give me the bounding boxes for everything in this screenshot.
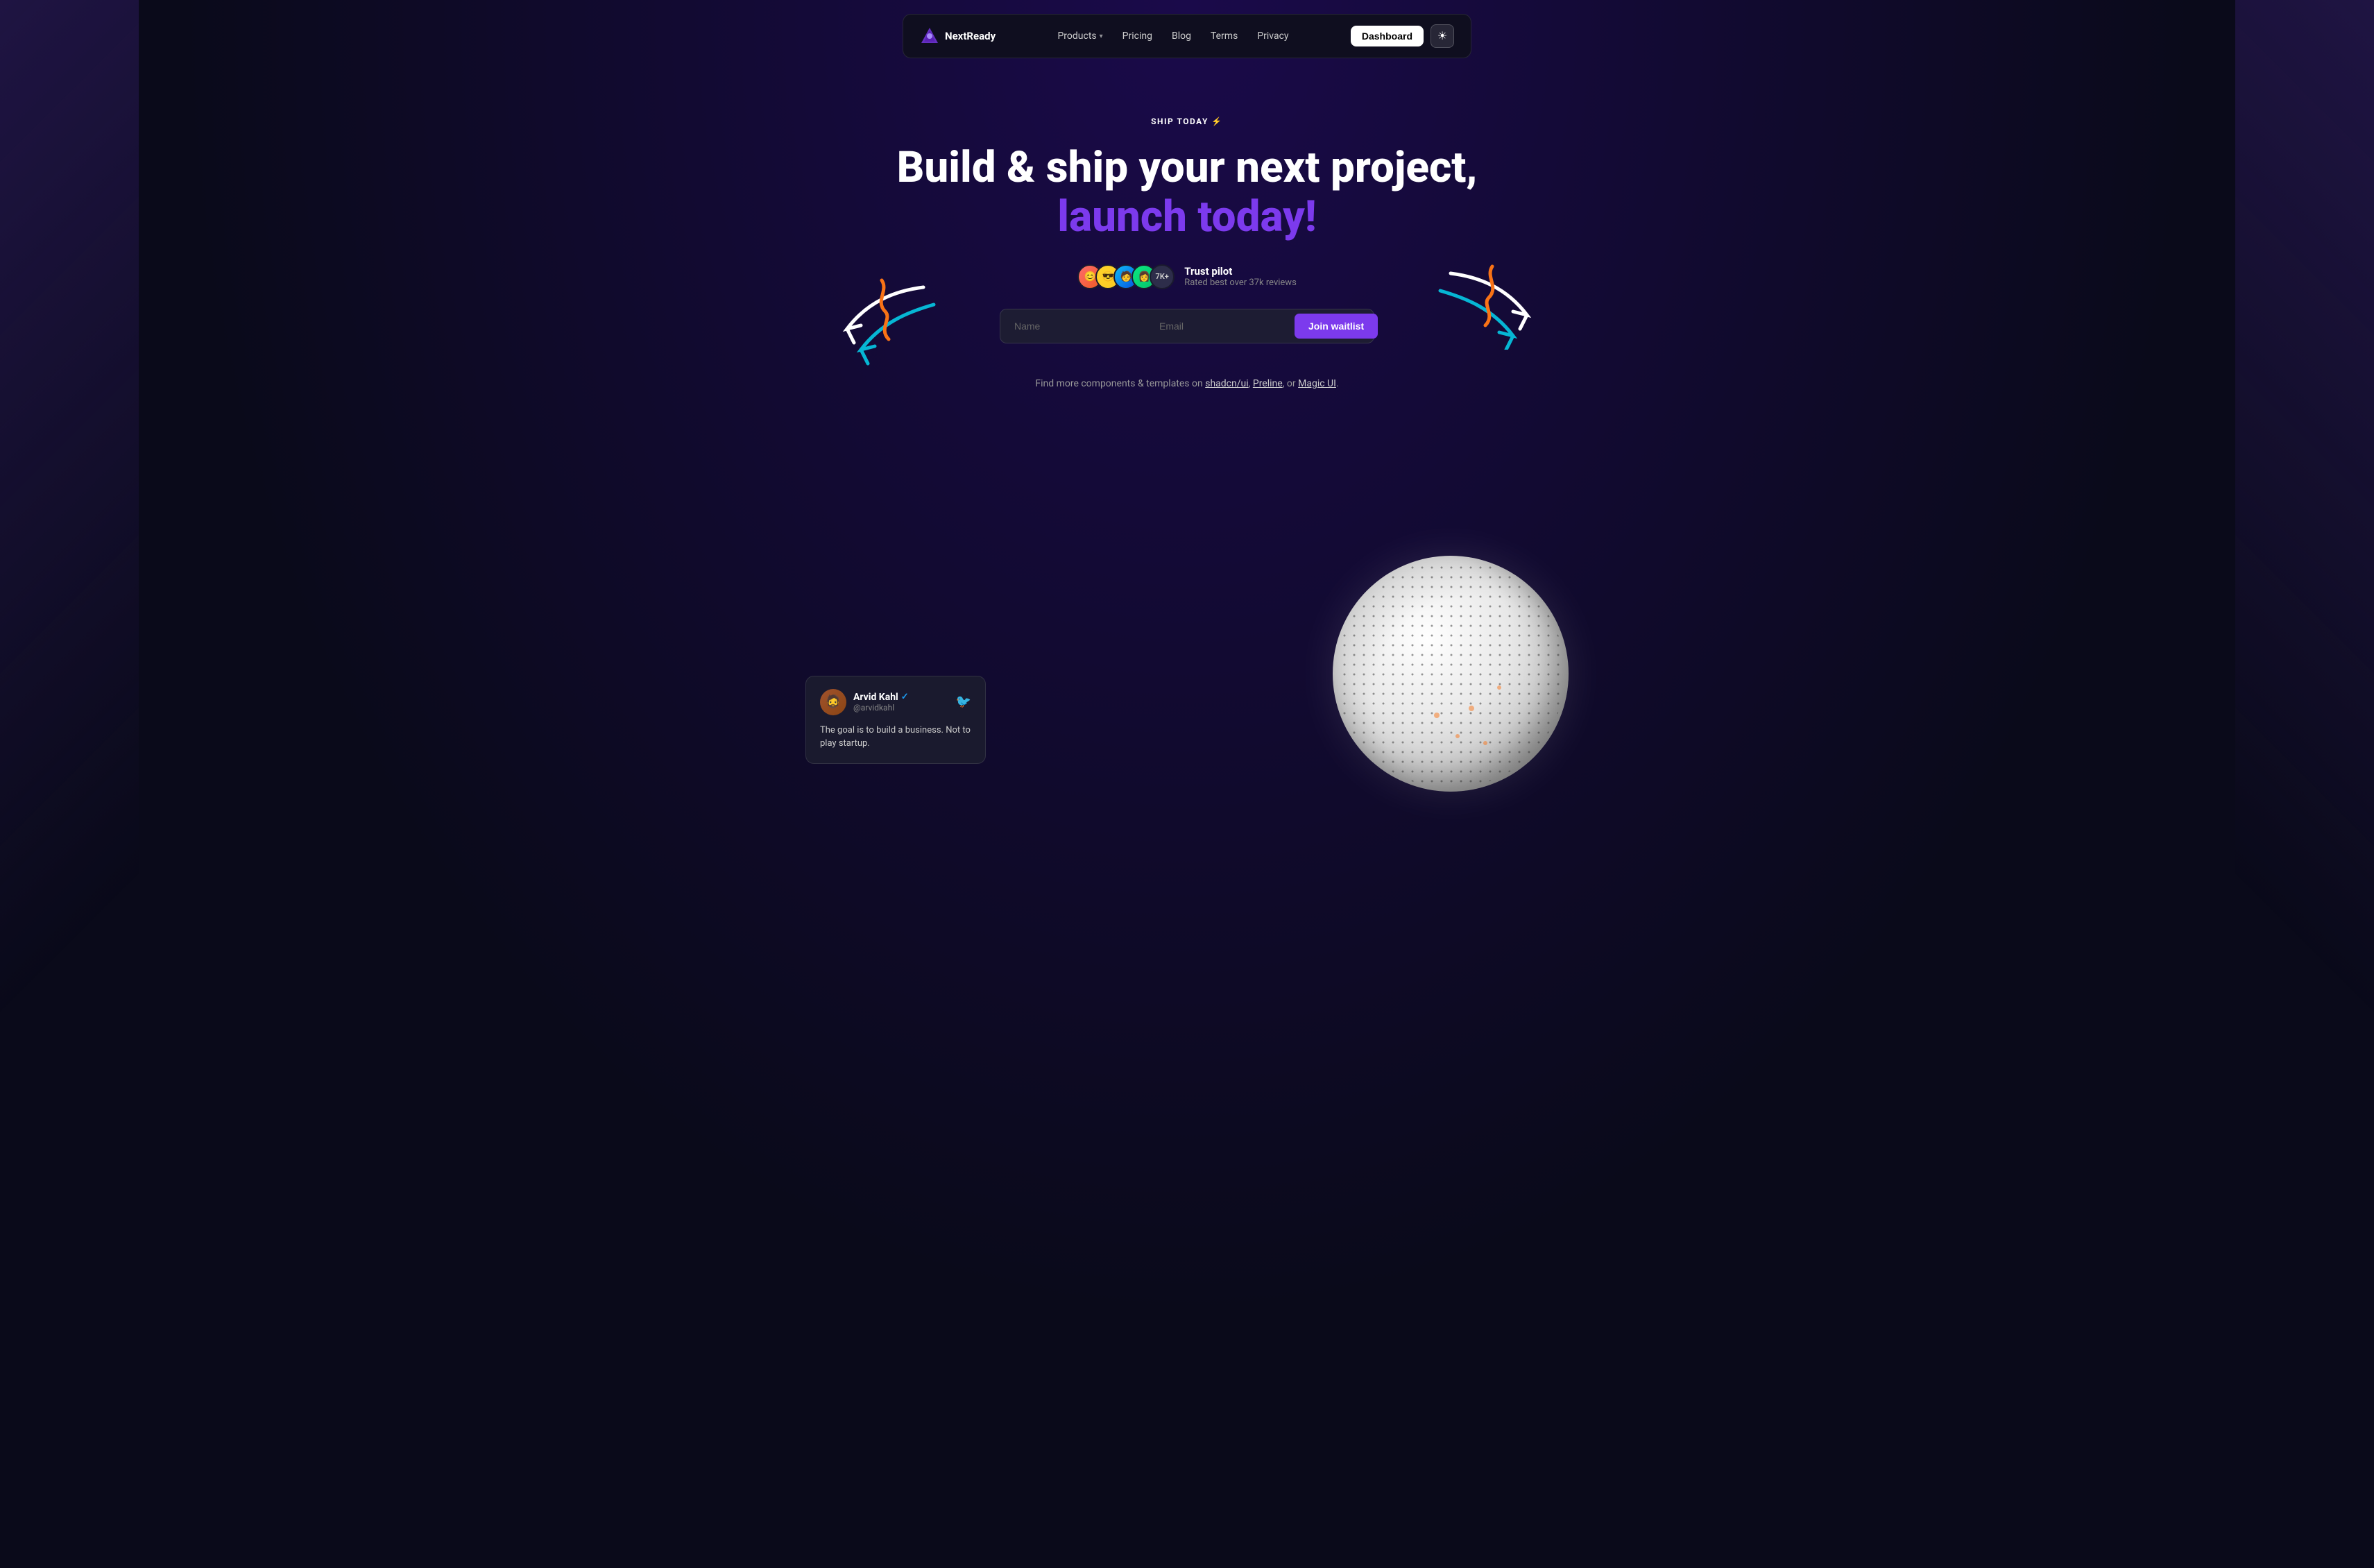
email-input[interactable]	[1150, 314, 1295, 339]
tweet-avatar: 🧔	[820, 689, 846, 715]
bg-left-decoration	[0, 0, 139, 1554]
tweet-header: 🧔 Arvid Kahl ✓ @arvidkahl 🐦	[820, 689, 971, 715]
nav-blog[interactable]: Blog	[1163, 26, 1199, 46]
hero-title-accent: launch today!	[799, 192, 1575, 241]
dashboard-button[interactable]: Dashboard	[1351, 26, 1424, 46]
trust-text: Trust pilot Rated best over 37k reviews	[1184, 265, 1297, 288]
find-more-text: Find more components & templates on shad…	[799, 378, 1575, 389]
trust-row: 😊 😎 🧑 👩 7K+ Trust pilot Rated best over …	[799, 264, 1575, 289]
twitter-icon: 🐦	[956, 694, 971, 709]
avatar-group: 😊 😎 🧑 👩 7K+	[1077, 264, 1175, 289]
hero-title: Build & ship your next project, launch t…	[799, 143, 1575, 242]
bottom-section: 🧔 Arvid Kahl ✓ @arvidkahl 🐦 The goal is …	[805, 459, 1569, 722]
nav-links: Products ▾ Pricing Blog Terms Privacy	[1049, 26, 1297, 46]
brand[interactable]: NextReady	[920, 26, 996, 46]
nav-privacy[interactable]: Privacy	[1249, 26, 1297, 46]
tweet-name: Arvid Kahl ✓	[853, 692, 909, 703]
brand-logo-icon	[920, 26, 939, 46]
navbar-actions: Dashboard ☀	[1351, 24, 1454, 48]
hero-badge: SHIP TODAY ⚡	[1151, 117, 1223, 126]
verified-icon: ✓	[901, 692, 909, 702]
magic-ui-link[interactable]: Magic UI	[1298, 378, 1336, 389]
trust-subtitle: Rated best over 37k reviews	[1184, 278, 1297, 288]
nav-products[interactable]: Products ▾	[1049, 26, 1111, 46]
nav-terms[interactable]: Terms	[1202, 26, 1246, 46]
tweet-handle: @arvidkahl	[853, 703, 909, 713]
tweet-card: 🧔 Arvid Kahl ✓ @arvidkahl 🐦 The goal is …	[805, 676, 986, 764]
name-input[interactable]	[1005, 314, 1150, 339]
preline-link[interactable]: Preline	[1253, 378, 1283, 389]
bg-right-decoration	[2235, 0, 2374, 1554]
trust-platform: Trust pilot	[1184, 265, 1297, 278]
tweet-user: 🧔 Arvid Kahl ✓ @arvidkahl	[820, 689, 909, 715]
sun-icon: ☀	[1437, 29, 1447, 43]
nav-pricing[interactable]: Pricing	[1114, 26, 1161, 46]
navbar: NextReady Products ▾ Pricing Blog Terms …	[903, 14, 1471, 58]
dropdown-arrow-icon: ▾	[1100, 33, 1103, 40]
avatar-count: 7K+	[1150, 264, 1175, 289]
theme-toggle-button[interactable]: ☀	[1431, 24, 1454, 48]
hero-section: SHIP TODAY ⚡ Build & ship your next proj…	[785, 72, 1589, 459]
shadcn-link[interactable]: shadcn/ui	[1205, 378, 1248, 389]
waitlist-form: Join waitlist	[1000, 309, 1374, 343]
brand-name: NextReady	[945, 30, 996, 42]
join-waitlist-button[interactable]: Join waitlist	[1295, 314, 1378, 339]
tweet-user-info: Arvid Kahl ✓ @arvidkahl	[853, 692, 909, 713]
tweet-text: The goal is to build a business. Not to …	[820, 724, 971, 751]
